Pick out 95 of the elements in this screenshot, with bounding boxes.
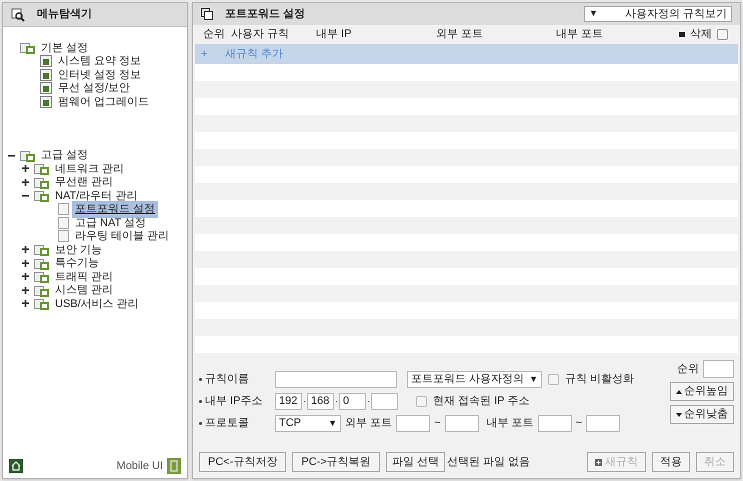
field-label: 프로토콜 bbox=[205, 416, 249, 432]
tree-item[interactable]: 고급 NAT 설정 bbox=[72, 214, 150, 231]
tree-item[interactable]: 기본 설정 bbox=[38, 40, 92, 56]
plus-icon bbox=[595, 458, 602, 466]
page-icon bbox=[58, 230, 69, 242]
folder-icon bbox=[34, 162, 49, 176]
folder-icon bbox=[20, 148, 35, 162]
folder-icon bbox=[34, 243, 49, 256]
port-field[interactable] bbox=[396, 415, 430, 432]
collapse-icon[interactable] bbox=[22, 192, 29, 200]
checkbox[interactable] bbox=[548, 374, 559, 385]
page-icon bbox=[58, 203, 69, 216]
checkbox-label: 규칙 비활성화 bbox=[565, 372, 634, 388]
view-select[interactable]: ▼ 사용자정의 규칙보기 bbox=[584, 6, 732, 22]
column-header: 외부 포트 bbox=[436, 27, 484, 42]
column-header: 순위 bbox=[202, 27, 226, 42]
search-icon bbox=[11, 8, 25, 22]
sidebar-title: 메뉴탐색기 bbox=[37, 7, 92, 22]
rank-up-button[interactable]: 순위높임 bbox=[670, 382, 734, 401]
tree-item[interactable]: 특수기능 bbox=[52, 255, 102, 272]
expand-icon[interactable] bbox=[22, 260, 29, 267]
file-status-text: 선택된 파일 없음 bbox=[446, 454, 531, 470]
page-icon bbox=[40, 68, 52, 81]
expand-icon[interactable] bbox=[22, 165, 29, 172]
home-icon[interactable] bbox=[9, 458, 23, 473]
tree-item[interactable]: 트래픽 관리 bbox=[52, 268, 116, 285]
expand-icon[interactable] bbox=[22, 286, 29, 294]
ip-octet-field[interactable] bbox=[371, 393, 398, 410]
folder-icon bbox=[34, 176, 49, 189]
page-icon bbox=[40, 55, 52, 68]
page-icon bbox=[40, 96, 52, 108]
toolbar-button[interactable]: PC<-규칙저장 bbox=[199, 452, 286, 472]
ip-octet-field[interactable]: 0 bbox=[339, 393, 366, 410]
select-all-checkbox[interactable] bbox=[717, 29, 728, 40]
field-label: 순위 bbox=[677, 362, 699, 377]
tree-item[interactable]: 시스템 관리 bbox=[52, 282, 116, 298]
tree-item[interactable]: NAT/라우터 관리 bbox=[52, 188, 140, 204]
folder-icon bbox=[34, 284, 49, 297]
tilde-text: ~ bbox=[434, 416, 440, 432]
rule-type-select[interactable]: 포트포워드 사용자정의 ▼ bbox=[407, 371, 542, 388]
expand-icon[interactable] bbox=[22, 246, 29, 254]
windows-icon bbox=[201, 8, 213, 20]
tree-item[interactable]: 시스템 요약 정보 bbox=[55, 53, 144, 70]
column-header: 삭제 bbox=[690, 27, 712, 42]
phone-icon[interactable] bbox=[167, 458, 181, 474]
delete-icon bbox=[679, 32, 685, 37]
tree-item[interactable]: 무선랜 관리 bbox=[52, 174, 116, 190]
tilde-text: ~ bbox=[576, 416, 582, 432]
folder-icon bbox=[34, 297, 49, 310]
toolbar-button[interactable]: PC->규칙복원 bbox=[292, 452, 380, 472]
column-header: 사용자 규칙 bbox=[231, 27, 290, 42]
tree-item[interactable]: 보안 기능 bbox=[52, 242, 106, 258]
toolbar-button[interactable]: 파일 선택 bbox=[386, 452, 445, 472]
tree-item[interactable]: 네트워크 관리 bbox=[52, 160, 128, 177]
bullet-icon bbox=[199, 422, 202, 425]
port-field[interactable] bbox=[586, 415, 620, 432]
field-label: 외부 포트 bbox=[345, 416, 392, 432]
tree-item[interactable]: 무선 설정/보안 bbox=[55, 80, 134, 96]
bullet-icon bbox=[199, 378, 202, 381]
protocol-select[interactable]: TCP ▼ bbox=[275, 415, 341, 432]
field-label: 내부 IP주소 bbox=[205, 394, 262, 410]
expand-icon[interactable] bbox=[22, 300, 29, 308]
expand-icon[interactable] bbox=[22, 178, 29, 186]
folder-icon bbox=[34, 189, 49, 202]
tree-item[interactable]: 인터넷 설정 정보 bbox=[55, 66, 144, 83]
caret-icon bbox=[676, 412, 682, 416]
action-button[interactable]: 적용 bbox=[652, 452, 690, 472]
tree-item[interactable]: 고급 설정 bbox=[38, 147, 92, 164]
port-field[interactable] bbox=[538, 415, 572, 432]
ip-octet-field[interactable]: 192 bbox=[275, 393, 302, 410]
tree-item[interactable]: USB/서비스 관리 bbox=[52, 296, 142, 312]
tree-item[interactable]: 포트포워드 설정 bbox=[72, 201, 158, 218]
ip-octet-field[interactable]: 168 bbox=[307, 393, 334, 410]
folder-icon bbox=[20, 41, 35, 54]
rank-field[interactable] bbox=[703, 360, 734, 378]
port-field[interactable] bbox=[444, 415, 478, 432]
caret-icon bbox=[676, 390, 682, 394]
mobile-ui-link[interactable]: Mobile UI bbox=[116, 458, 163, 474]
page-icon bbox=[58, 216, 69, 229]
checkbox[interactable] bbox=[416, 396, 427, 407]
tree-item[interactable]: 라우팅 테이블 관리 bbox=[72, 228, 172, 244]
tree-item[interactable]: 펌웨어 업그레이드 bbox=[55, 94, 152, 110]
column-header: 내부 IP bbox=[316, 27, 352, 42]
rule-name-field[interactable] bbox=[275, 371, 397, 388]
expand-icon[interactable] bbox=[22, 273, 29, 280]
bullet-icon bbox=[199, 400, 202, 403]
rank-down-button[interactable]: 순위낮춤 bbox=[670, 405, 734, 424]
checkbox-label: 현재 접속된 IP 주소 bbox=[433, 394, 530, 410]
folder-icon bbox=[34, 256, 49, 270]
field-label: 내부 포트 bbox=[486, 416, 534, 432]
panel-title: 포트포워드 설정 bbox=[225, 6, 306, 22]
folder-icon bbox=[34, 270, 49, 284]
field-label: 규칙이름 bbox=[205, 372, 249, 388]
page-icon bbox=[40, 82, 52, 94]
column-header: 내부 포트 bbox=[556, 27, 604, 42]
